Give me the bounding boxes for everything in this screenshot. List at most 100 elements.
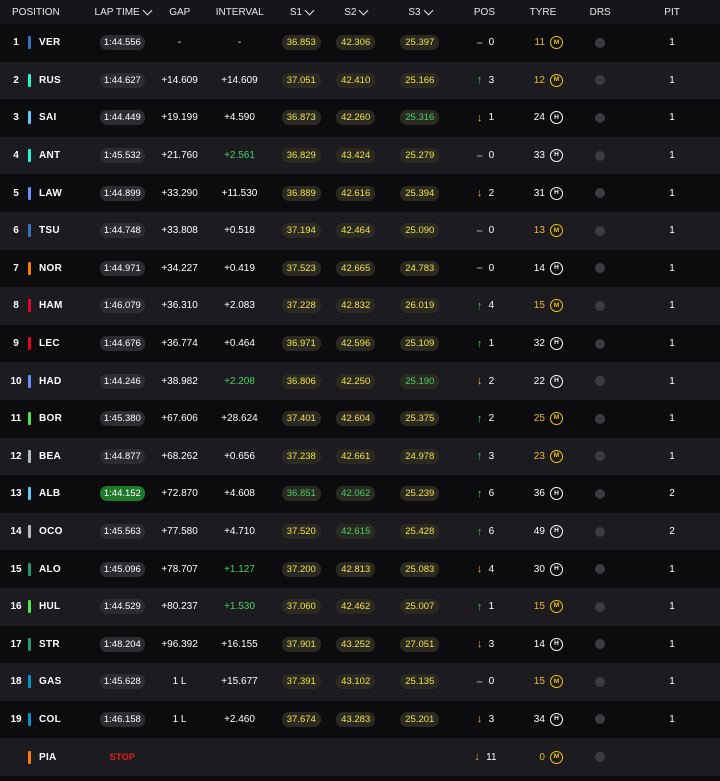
interval-cell: +28.624 [207,400,272,438]
driver-row[interactable]: 16 HUL 1:44.529 +80.237 +1.530 37.060 42.462 25… [0,587,720,626]
driver-row[interactable]: 14 OCO 1:45.563 +77.580 +4.710 37.520 42.615 25… [0,512,720,551]
pit-count: 1 [669,375,675,387]
driver-row[interactable]: 10 HAD 1:44.246 +38.982 +2.208 36.806 42.250 25… [0,362,720,400]
lap-time-cell: 1:44.971 [93,250,152,288]
driver-row[interactable]: 2 RUS 1:44.627 +14.609 +14.609 37.051 42.410 25… [0,61,720,100]
driver-row[interactable]: 7 NOR 1:44.971 +34.227 +0.419 37.523 42.665 24.… [0,249,720,288]
pit-cell: 1 [624,24,720,62]
driver-row[interactable]: 12 BEA 1:44.877 +68.262 +0.656 37.238 42.661 24… [0,437,720,476]
pos-change-cell: ↑ 3 [459,438,510,476]
driver-row[interactable]: 13 ALB 1:44.152 +72.870 +4.608 36.851 42.062 25… [0,475,720,513]
interval-value: +15.677 [221,676,258,688]
pit-cell: 1 [624,626,720,664]
team-color-bar [28,111,31,125]
sector-s3: 25.316 [400,110,440,126]
driver-row[interactable]: 6 TSU 1:44.748 +33.808 +0.518 37.194 42.464 25.… [0,211,720,250]
s3-sort-header[interactable]: S3 [381,0,459,24]
arrow-up-icon: ↑ [476,525,483,538]
interval-cell: +2.208 [207,362,272,400]
pit-count: 1 [669,413,675,425]
pit-count: 1 [669,713,675,725]
driver-row[interactable]: 8 HAM 1:46.079 +36.310 +2.083 37.228 42.832 26.… [0,287,720,325]
s1-cell: 37.520 [272,513,331,551]
interval-value: +4.710 [224,526,255,538]
driver-row[interactable]: 1 VER 1:44.556 - - 36.853 42.306 25.397 –0 11 M 1 [0,24,720,62]
sector-s1: 36.873 [281,110,321,126]
medium-tyre-icon: M [549,224,563,238]
tyre-cell: 34 H [510,701,576,739]
chevron-down-icon [423,5,433,16]
tyre-laps: 22 [533,375,545,387]
tyre-laps: 11 [534,37,545,49]
driver-row[interactable]: 19 COL 1:46.158 1 L +2.460 37.674 43.283 25.201… [0,700,720,739]
arrow-down-icon: ↓ [476,638,483,651]
pos-change-value: 3 [488,638,495,650]
drs-indicator [595,37,606,48]
lap-time: 1:44.899 [99,185,145,201]
arrow-up-icon: ↑ [476,337,483,350]
driver-code: TSU [39,225,60,237]
s2-cell: 42.410 [331,62,381,100]
pit-cell: 1 [624,663,720,701]
driver-row[interactable]: 11 BOR 1:45.380 +67.606 +28.624 37.401 42.604 2… [0,399,720,438]
gap-cell [152,738,207,776]
gap-value: +80.237 [161,601,198,613]
driver-row[interactable]: 3 SAI 1:44.449 +19.199 +4.590 36.873 42.260 25.… [0,99,720,137]
s2-sort-header[interactable]: S2 [331,0,381,24]
s1-cell: 37.200 [272,550,331,588]
position-number: 9 [13,338,19,350]
sector-s3: 25.109 [400,336,440,352]
gap-cell: +80.237 [152,588,207,626]
pit-cell: 1 [624,701,720,739]
interval-cell: +2.083 [207,287,272,325]
sector-s2: 42.462 [336,599,376,615]
pos-change-cell: ↓ 2 [459,362,510,400]
sector-s2: 42.661 [336,448,376,464]
driver-row[interactable]: 4 ANT 1:45.532 +21.760 +2.561 36.829 43.424 25.… [0,136,720,175]
s1-cell: 36.829 [272,137,331,175]
driver-row[interactable]: 9 LEC 1:44.676 +36.774 +0.464 36.971 42.596 25.… [0,324,720,363]
sector-s2: 43.283 [336,711,376,727]
s2-cell: 43.283 [331,701,381,739]
gap-value: +77.580 [161,526,198,538]
pit-cell: 1 [624,588,720,626]
s3-cell: 25.279 [381,137,459,175]
interval-value: - [237,37,242,49]
lap-time-sort-header[interactable]: LAP TIME [93,0,153,24]
s3-cell: 25.166 [381,62,459,100]
tyre-cell: 32 H [510,325,576,363]
sector-s2: 42.616 [336,185,376,201]
tyre-cell: 14 H [510,250,576,288]
gap-header: GAP [152,0,207,24]
gap-cell: +68.262 [152,438,207,476]
pos-change-header: POS [459,0,510,24]
interval-cell [207,738,272,776]
s3-cell: 25.135 [381,663,459,701]
driver-code: OCO [39,526,63,538]
driver-row[interactable]: 18 GAS 1:45.628 1 L +15.677 37.391 43.102 25.13… [0,663,720,701]
pit-count: 2 [669,526,675,538]
sector-s3: 25.166 [400,72,440,88]
gap-cell: +96.392 [152,626,207,664]
drs-indicator [595,338,606,349]
drs-indicator [595,413,606,424]
driver-row[interactable]: PIA STOP ↓ 11 0 M [0,738,720,776]
driver-code: NOR [39,262,63,274]
position-cell: 12 BEA [0,438,93,476]
gap-cell: +38.982 [152,362,207,400]
drs-indicator [595,639,606,650]
sector-s2: 42.665 [336,260,376,276]
driver-row[interactable]: 15 ALO 1:45.096 +78.707 +1.127 37.200 42.813 25… [0,550,720,588]
driver-row[interactable]: 17 STR 1:48.204 +96.392 +16.155 37.901 43.252 2… [0,625,720,664]
dash-icon: – [476,224,483,237]
pos-change-value: 4 [488,300,495,312]
pit-cell: 1 [624,62,720,100]
s2-cell: 42.832 [331,287,381,325]
tyre-cell: 36 H [510,475,576,513]
sector-s1: 36.971 [281,336,321,352]
s1-sort-header[interactable]: S1 [272,0,331,24]
driver-row[interactable]: 5 LAW 1:44.899 +33.290 +11.530 36.889 42.616 25… [0,174,720,212]
pit-count: 1 [669,37,675,49]
tyre-cell: 23 M [510,438,576,476]
interval-cell: +0.518 [207,212,272,250]
